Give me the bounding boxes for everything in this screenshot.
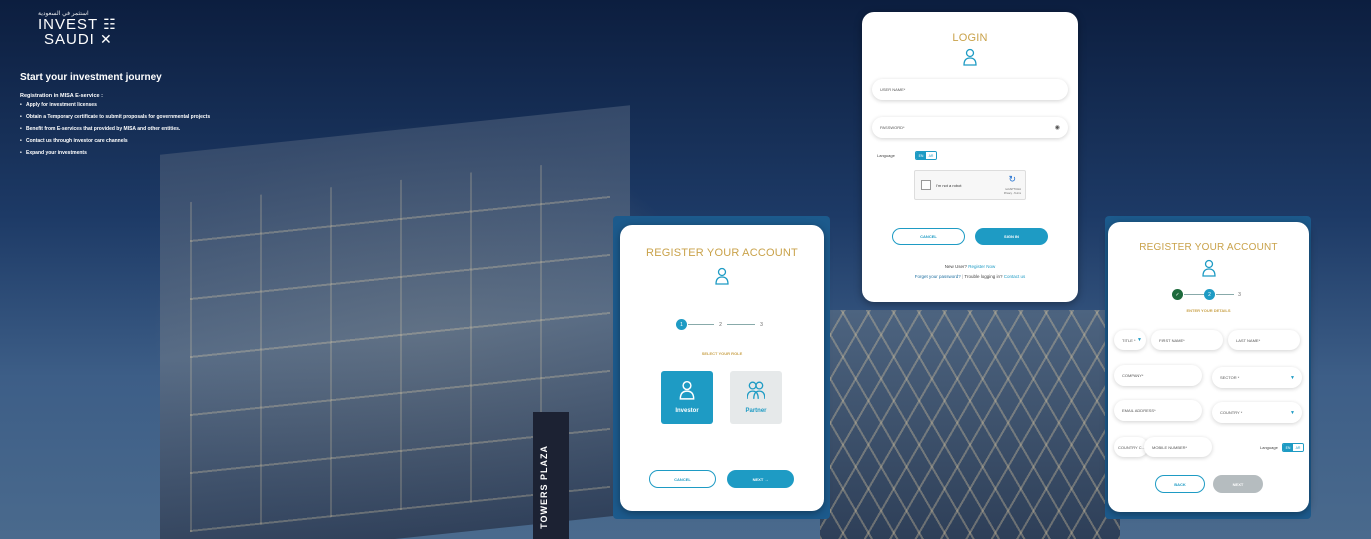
user-icon xyxy=(1201,259,1216,277)
country-code-value: COUNTRY C... xyxy=(1118,444,1145,450)
register-step2-card: REGISTER YOUR ACCOUNT ✓ 2 3 ENTER YOUR D… xyxy=(1108,222,1309,512)
step-3-indicator: 3 xyxy=(760,321,763,328)
lang-en-option[interactable]: EN xyxy=(1283,444,1293,451)
intro-list-item: Expand your investments xyxy=(20,150,210,156)
intro-list-item: Apply for investment licenses xyxy=(20,102,210,108)
register-step1-card: REGISTER YOUR ACCOUNT 1 2 3 SELECT YOUR … xyxy=(620,225,824,511)
email-input[interactable]: EMAIL ADDRESS* xyxy=(1114,400,1202,421)
recaptcha-logo-icon: ↻ xyxy=(1008,174,1016,184)
last-name-input[interactable]: LAST NAME* xyxy=(1228,330,1300,350)
chevron-down-icon: ▼ xyxy=(1137,337,1142,343)
select-role-label: SELECT YOUR ROLE xyxy=(701,351,743,356)
recaptcha-checkbox[interactable] xyxy=(921,180,931,190)
logo-emblem-icon: ☷ xyxy=(103,16,117,32)
invest-saudi-logo: استثمر في السعودية INVEST ☷ SAUDI ✕ xyxy=(38,10,117,47)
enter-details-label: ENTER YOUR DETAILS xyxy=(1186,308,1231,313)
company-placeholder: COMPANY* xyxy=(1122,373,1144,378)
step-1-indicator: 1 xyxy=(676,319,687,330)
register-step2-title: REGISTER YOUR ACCOUNT xyxy=(1139,242,1278,253)
username-input[interactable]: USER NAME* xyxy=(872,79,1068,100)
sector-select-value: SECTOR * xyxy=(1220,375,1240,380)
recaptcha-label: I'm not a robot xyxy=(936,183,962,188)
intro-list-item: Contact us through investor care channel… xyxy=(20,138,210,144)
country-select[interactable]: COUNTRY * ▼ xyxy=(1212,402,1302,423)
intro-list-item: Benefit from E-services that provided by… xyxy=(20,126,210,132)
recaptcha-terms[interactable]: Privacy - Terms xyxy=(1004,192,1021,195)
chevron-down-icon: ▼ xyxy=(1290,409,1295,416)
trouble-text: Trouble logging in? xyxy=(964,274,1003,279)
chevron-down-icon: ▼ xyxy=(1290,374,1295,381)
language-label: Language xyxy=(877,153,895,158)
intro-list-item: Obtain a Temporary certificate to submit… xyxy=(20,114,210,120)
first-name-input[interactable]: FIRST NAME* xyxy=(1151,330,1223,350)
username-placeholder: USER NAME* xyxy=(880,87,906,92)
partner-label: Partner xyxy=(745,408,767,414)
intro-panel: Start your investment journey Registrati… xyxy=(20,72,210,162)
lang-en-option[interactable]: EN xyxy=(916,152,926,159)
password-input[interactable]: PASSWORD* ◉ xyxy=(872,117,1068,138)
register-next-button[interactable]: NEXT → xyxy=(727,470,794,488)
recaptcha-widget: I'm not a robot ↻ reCAPTCHA Privacy - Te… xyxy=(914,170,1026,200)
country-select-value: COUNTRY * xyxy=(1220,410,1243,415)
language-toggle[interactable]: EN AR xyxy=(1282,443,1304,452)
step-connector xyxy=(1216,294,1234,295)
register-now-link[interactable]: Register Now xyxy=(968,264,995,269)
language-label: Language xyxy=(1260,445,1278,450)
user-icon xyxy=(963,48,977,66)
new-user-text: New User? xyxy=(944,264,967,269)
building-lattice xyxy=(820,310,1120,539)
user-icon xyxy=(715,267,729,285)
next-button-disabled[interactable]: NEXT xyxy=(1213,475,1263,493)
tower-sign-text: TOWERS PLAZA xyxy=(539,445,549,529)
step-connector xyxy=(688,324,714,325)
login-cancel-button[interactable]: CANCEL xyxy=(892,228,965,245)
language-toggle[interactable]: EN AR xyxy=(915,151,937,160)
register-cancel-button[interactable]: CANCEL xyxy=(649,470,716,488)
step-connector xyxy=(727,324,755,325)
logo-arabic-text: استثمر في السعودية xyxy=(38,11,89,17)
partner-icon xyxy=(746,381,766,399)
investor-role-option[interactable]: Investor xyxy=(661,371,713,424)
intro-title: Start your investment journey xyxy=(20,72,162,83)
lang-ar-option[interactable]: AR xyxy=(1293,444,1303,451)
country-code-select[interactable]: COUNTRY C... xyxy=(1114,437,1148,457)
eye-icon[interactable]: ◉ xyxy=(1055,124,1060,131)
company-input[interactable]: COMPANY* xyxy=(1114,365,1202,386)
title-select[interactable]: TITLE * ▼ xyxy=(1114,330,1146,350)
partner-role-option[interactable]: Partner xyxy=(730,371,782,424)
last-name-placeholder: LAST NAME* xyxy=(1236,337,1261,343)
step-connector xyxy=(1184,294,1204,295)
step-3-indicator: 3 xyxy=(1238,291,1241,298)
register-step1-title: REGISTER YOUR ACCOUNT xyxy=(646,247,798,259)
logo-text-line2: SAUDI xyxy=(44,31,95,48)
step-2-indicator: 2 xyxy=(719,321,722,328)
login-card: LOGIN USER NAME* PASSWORD* ◉ Language EN… xyxy=(862,12,1078,302)
investor-icon xyxy=(679,380,695,400)
sector-select[interactable]: SECTOR * ▼ xyxy=(1212,367,1302,388)
step-2-indicator: 2 xyxy=(1204,289,1215,300)
lang-ar-option[interactable]: AR xyxy=(926,152,936,159)
password-placeholder: PASSWORD* xyxy=(880,125,905,130)
mobile-input[interactable]: MOBILE NUMBER* xyxy=(1144,437,1212,457)
email-placeholder: EMAIL ADDRESS* xyxy=(1122,408,1156,413)
back-button[interactable]: BACK xyxy=(1155,475,1205,493)
register-prompt: New User? Register Now xyxy=(862,264,1078,269)
title-select-value: TITLE * xyxy=(1122,337,1136,343)
help-links: Forget your password? | Trouble logging … xyxy=(914,274,1026,279)
mobile-placeholder: MOBILE NUMBER* xyxy=(1152,444,1188,450)
forgot-password-link[interactable]: Forget your password? xyxy=(915,274,961,279)
login-title: LOGIN xyxy=(952,32,988,44)
intro-subtitle: Registration in MISA E-service : xyxy=(20,93,103,99)
intro-list: Apply for investment licenses Obtain a T… xyxy=(20,102,210,156)
recaptcha-brand: reCAPTCHA xyxy=(1005,187,1021,191)
tower-sign: TOWERS PLAZA xyxy=(533,412,569,539)
first-name-placeholder: FIRST NAME* xyxy=(1159,337,1185,343)
step-1-complete-indicator: ✓ xyxy=(1172,289,1183,300)
sign-in-button[interactable]: SIGN IN xyxy=(975,228,1048,245)
logo-palm-icon: ✕ xyxy=(100,31,113,47)
investor-label: Investor xyxy=(675,408,699,414)
contact-us-link[interactable]: Contact us xyxy=(1004,274,1026,279)
